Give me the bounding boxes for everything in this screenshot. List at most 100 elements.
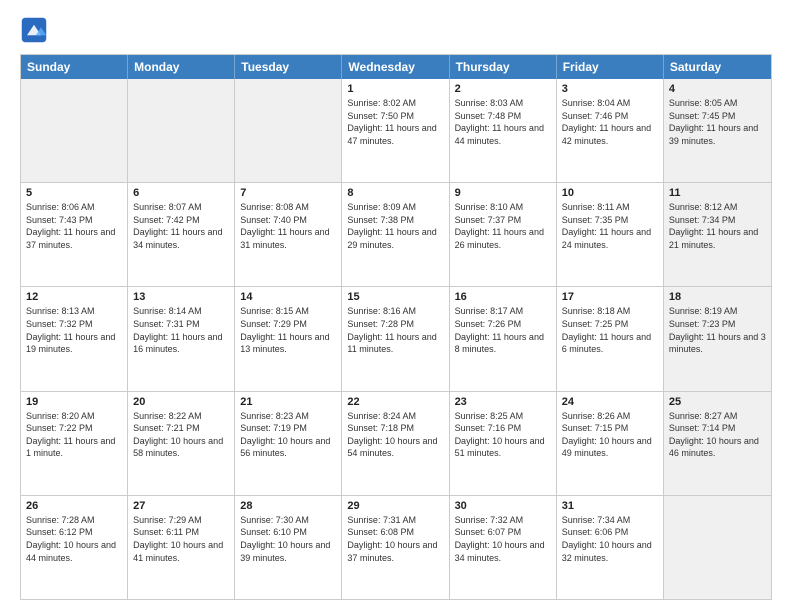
calendar-cell: 23 Sunrise: 8:25 AMSunset: 7:16 PMDayligh… — [450, 392, 557, 495]
day-number: 7 — [240, 187, 336, 199]
calendar-cell: 20 Sunrise: 8:22 AMSunset: 7:21 PMDayligh… — [128, 392, 235, 495]
calendar-cell: 24 Sunrise: 8:26 AMSunset: 7:15 PMDayligh… — [557, 392, 664, 495]
cell-info: Sunrise: 7:32 AMSunset: 6:07 PMDaylight:… — [455, 514, 551, 564]
cell-info: Sunrise: 8:07 AMSunset: 7:42 PMDaylight:… — [133, 201, 229, 251]
day-number: 6 — [133, 187, 229, 199]
day-number: 13 — [133, 291, 229, 303]
cell-info: Sunrise: 7:28 AMSunset: 6:12 PMDaylight:… — [26, 514, 122, 564]
day-number: 9 — [455, 187, 551, 199]
calendar-cell: 12 Sunrise: 8:13 AMSunset: 7:32 PMDayligh… — [21, 287, 128, 390]
cell-info: Sunrise: 8:23 AMSunset: 7:19 PMDaylight:… — [240, 410, 336, 460]
calendar-row-0: 1Sunrise: 8:02 AMSunset: 7:50 PMDaylight… — [21, 79, 771, 183]
day-number: 29 — [347, 500, 443, 512]
calendar-cell — [128, 79, 235, 182]
calendar-row-4: 26 Sunrise: 7:28 AMSunset: 6:12 PMDayligh… — [21, 496, 771, 599]
cell-info: Sunrise: 8:16 AMSunset: 7:28 PMDaylight:… — [347, 305, 443, 355]
cell-info: Sunrise: 8:22 AMSunset: 7:21 PMDaylight:… — [133, 410, 229, 460]
day-number: 16 — [455, 291, 551, 303]
day-number: 31 — [562, 500, 658, 512]
day-number: 3 — [562, 83, 658, 95]
calendar-cell: 8 Sunrise: 8:09 AMSunset: 7:38 PMDaylight… — [342, 183, 449, 286]
day-number: 24 — [562, 396, 658, 408]
cell-info: Sunrise: 7:34 AMSunset: 6:06 PMDaylight:… — [562, 514, 658, 564]
calendar-cell: 5 Sunrise: 8:06 AMSunset: 7:43 PMDaylight… — [21, 183, 128, 286]
cell-info: Sunrise: 7:30 AMSunset: 6:10 PMDaylight:… — [240, 514, 336, 564]
calendar-cell: 21 Sunrise: 8:23 AMSunset: 7:19 PMDayligh… — [235, 392, 342, 495]
calendar-cell: 13 Sunrise: 8:14 AMSunset: 7:31 PMDayligh… — [128, 287, 235, 390]
cell-info: Sunrise: 8:08 AMSunset: 7:40 PMDaylight:… — [240, 201, 336, 251]
calendar: SundayMondayTuesdayWednesdayThursdayFrid… — [20, 54, 772, 600]
calendar-cell — [235, 79, 342, 182]
calendar-cell: 18Sunrise: 8:19 AMSunset: 7:23 PMDayligh… — [664, 287, 771, 390]
calendar-cell: 2 Sunrise: 8:03 AMSunset: 7:48 PMDaylight… — [450, 79, 557, 182]
header-day-friday: Friday — [557, 55, 664, 79]
header-day-wednesday: Wednesday — [342, 55, 449, 79]
calendar-cell: 19Sunrise: 8:20 AMSunset: 7:22 PMDayligh… — [21, 392, 128, 495]
calendar-cell: 14 Sunrise: 8:15 AMSunset: 7:29 PMDayligh… — [235, 287, 342, 390]
cell-info: Sunrise: 8:27 AMSunset: 7:14 PMDaylight:… — [669, 410, 766, 460]
day-number: 21 — [240, 396, 336, 408]
cell-info: Sunrise: 8:24 AMSunset: 7:18 PMDaylight:… — [347, 410, 443, 460]
day-number: 28 — [240, 500, 336, 512]
calendar-cell: 30 Sunrise: 7:32 AMSunset: 6:07 PMDayligh… — [450, 496, 557, 599]
day-number: 23 — [455, 396, 551, 408]
calendar-cell: 25 Sunrise: 8:27 AMSunset: 7:14 PMDayligh… — [664, 392, 771, 495]
calendar-row-1: 5 Sunrise: 8:06 AMSunset: 7:43 PMDaylight… — [21, 183, 771, 287]
cell-info: Sunrise: 8:13 AMSunset: 7:32 PMDaylight:… — [26, 305, 122, 355]
calendar-header: SundayMondayTuesdayWednesdayThursdayFrid… — [21, 55, 771, 79]
calendar-body: 1Sunrise: 8:02 AMSunset: 7:50 PMDaylight… — [21, 79, 771, 599]
day-number: 5 — [26, 187, 122, 199]
calendar-cell: 16Sunrise: 8:17 AMSunset: 7:26 PMDayligh… — [450, 287, 557, 390]
cell-info: Sunrise: 7:31 AMSunset: 6:08 PMDaylight:… — [347, 514, 443, 564]
cell-info: Sunrise: 8:19 AMSunset: 7:23 PMDaylight:… — [669, 305, 766, 355]
cell-info: Sunrise: 8:05 AMSunset: 7:45 PMDaylight:… — [669, 97, 766, 147]
day-number: 2 — [455, 83, 551, 95]
day-number: 11 — [669, 187, 766, 199]
cell-info: Sunrise: 8:09 AMSunset: 7:38 PMDaylight:… — [347, 201, 443, 251]
calendar-row-3: 19Sunrise: 8:20 AMSunset: 7:22 PMDayligh… — [21, 392, 771, 496]
cell-info: Sunrise: 8:15 AMSunset: 7:29 PMDaylight:… — [240, 305, 336, 355]
cell-info: Sunrise: 8:06 AMSunset: 7:43 PMDaylight:… — [26, 201, 122, 251]
header-day-sunday: Sunday — [21, 55, 128, 79]
cell-info: Sunrise: 8:11 AMSunset: 7:35 PMDaylight:… — [562, 201, 658, 251]
calendar-cell: 9Sunrise: 8:10 AMSunset: 7:37 PMDaylight… — [450, 183, 557, 286]
day-number: 30 — [455, 500, 551, 512]
calendar-cell: 27 Sunrise: 7:29 AMSunset: 6:11 PMDayligh… — [128, 496, 235, 599]
calendar-cell — [664, 496, 771, 599]
calendar-cell: 1Sunrise: 8:02 AMSunset: 7:50 PMDaylight… — [342, 79, 449, 182]
cell-info: Sunrise: 8:03 AMSunset: 7:48 PMDaylight:… — [455, 97, 551, 147]
calendar-cell: 10 Sunrise: 8:11 AMSunset: 7:35 PMDayligh… — [557, 183, 664, 286]
cell-info: Sunrise: 8:14 AMSunset: 7:31 PMDaylight:… — [133, 305, 229, 355]
cell-info: Sunrise: 8:20 AMSunset: 7:22 PMDaylight:… — [26, 410, 122, 460]
cell-info: Sunrise: 8:02 AMSunset: 7:50 PMDaylight:… — [347, 97, 443, 147]
day-number: 14 — [240, 291, 336, 303]
day-number: 22 — [347, 396, 443, 408]
cell-info: Sunrise: 8:26 AMSunset: 7:15 PMDaylight:… — [562, 410, 658, 460]
day-number: 4 — [669, 83, 766, 95]
day-number: 26 — [26, 500, 122, 512]
logo-icon — [20, 16, 48, 44]
day-number: 27 — [133, 500, 229, 512]
header-day-monday: Monday — [128, 55, 235, 79]
calendar-cell: 29 Sunrise: 7:31 AMSunset: 6:08 PMDayligh… — [342, 496, 449, 599]
cell-info: Sunrise: 7:29 AMSunset: 6:11 PMDaylight:… — [133, 514, 229, 564]
day-number: 8 — [347, 187, 443, 199]
day-number: 12 — [26, 291, 122, 303]
day-number: 25 — [669, 396, 766, 408]
day-number: 20 — [133, 396, 229, 408]
day-number: 10 — [562, 187, 658, 199]
header-day-saturday: Saturday — [664, 55, 771, 79]
calendar-cell — [21, 79, 128, 182]
calendar-cell: 22 Sunrise: 8:24 AMSunset: 7:18 PMDayligh… — [342, 392, 449, 495]
calendar-cell: 28 Sunrise: 7:30 AMSunset: 6:10 PMDayligh… — [235, 496, 342, 599]
logo — [20, 16, 52, 44]
day-number: 15 — [347, 291, 443, 303]
calendar-cell: 6 Sunrise: 8:07 AMSunset: 7:42 PMDaylight… — [128, 183, 235, 286]
cell-info: Sunrise: 8:18 AMSunset: 7:25 PMDaylight:… — [562, 305, 658, 355]
calendar-cell: 11Sunrise: 8:12 AMSunset: 7:34 PMDayligh… — [664, 183, 771, 286]
cell-info: Sunrise: 8:25 AMSunset: 7:16 PMDaylight:… — [455, 410, 551, 460]
calendar-row-2: 12 Sunrise: 8:13 AMSunset: 7:32 PMDayligh… — [21, 287, 771, 391]
calendar-cell: 31 Sunrise: 7:34 AMSunset: 6:06 PMDayligh… — [557, 496, 664, 599]
calendar-cell: 15 Sunrise: 8:16 AMSunset: 7:28 PMDayligh… — [342, 287, 449, 390]
calendar-cell: 26 Sunrise: 7:28 AMSunset: 6:12 PMDayligh… — [21, 496, 128, 599]
